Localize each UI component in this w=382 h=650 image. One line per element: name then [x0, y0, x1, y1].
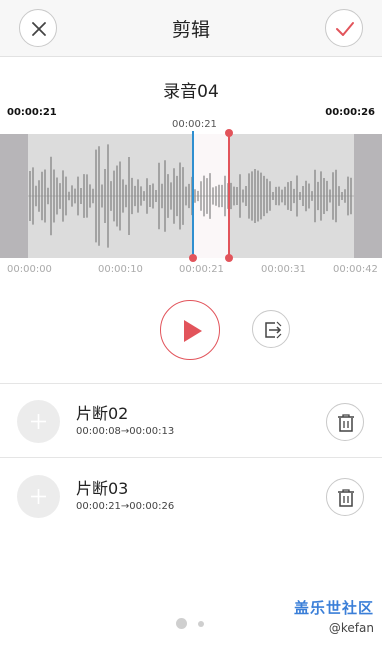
page-dot-active[interactable] — [176, 618, 187, 629]
list-item[interactable]: 片断03 00:00:21→00:00:26 — [0, 459, 382, 535]
watermark-logo: 盖乐世社区 — [293, 599, 374, 617]
playhead-marker[interactable] — [192, 131, 194, 258]
confirm-button[interactable] — [325, 9, 363, 47]
clip-range: 00:00:08→00:00:13 — [76, 426, 175, 437]
list-item[interactable]: 片断02 00:00:08→00:00:13 — [0, 384, 382, 460]
clip-name: 片断03 — [76, 479, 129, 498]
play-button[interactable] — [160, 300, 220, 360]
clip-name: 片断02 — [76, 404, 129, 423]
timeline-ticks: 00:00:00 00:00:10 00:00:21 00:00:31 00:0… — [0, 264, 382, 278]
tick-label: 00:00:21 — [179, 264, 224, 275]
cursor-time: 00:00:21 — [172, 119, 217, 130]
split-clip-icon — [265, 321, 282, 339]
end-handle-bottom-dot[interactable] — [225, 254, 233, 262]
add-clip-button[interactable] — [17, 475, 60, 518]
plus-icon — [31, 489, 46, 504]
selection-end-time: 00:00:26 — [325, 107, 375, 118]
waveform-bars — [28, 144, 354, 248]
end-handle-top-dot[interactable] — [225, 129, 233, 137]
selection-start-time: 00:00:21 — [7, 107, 57, 118]
trash-icon — [338, 489, 354, 507]
tick-label: 00:00:31 — [261, 264, 306, 275]
list-divider — [0, 457, 382, 458]
start-handle-bottom-dot[interactable] — [189, 254, 197, 262]
waveform[interactable] — [0, 134, 382, 258]
trash-icon — [338, 414, 354, 432]
play-icon — [184, 320, 202, 342]
recording-title: 录音04 — [163, 82, 219, 102]
add-clip-button[interactable] — [17, 400, 60, 443]
delete-clip-button[interactable] — [326, 403, 364, 441]
page-dot[interactable] — [198, 621, 204, 627]
watermark-user: @kefan — [328, 621, 374, 635]
tick-label: 00:00:42 — [333, 264, 378, 275]
tick-label: 00:00:10 — [98, 264, 143, 275]
checkmark-icon — [336, 22, 354, 36]
tick-label: 00:00:00 — [7, 264, 52, 275]
page-indicator — [0, 618, 382, 630]
plus-icon — [31, 414, 46, 429]
split-button[interactable] — [252, 310, 290, 348]
top-bar: 剪辑 — [0, 0, 382, 57]
clip-range: 00:00:21→00:00:26 — [76, 501, 175, 512]
delete-clip-button[interactable] — [326, 478, 364, 516]
end-handle[interactable] — [228, 131, 230, 258]
